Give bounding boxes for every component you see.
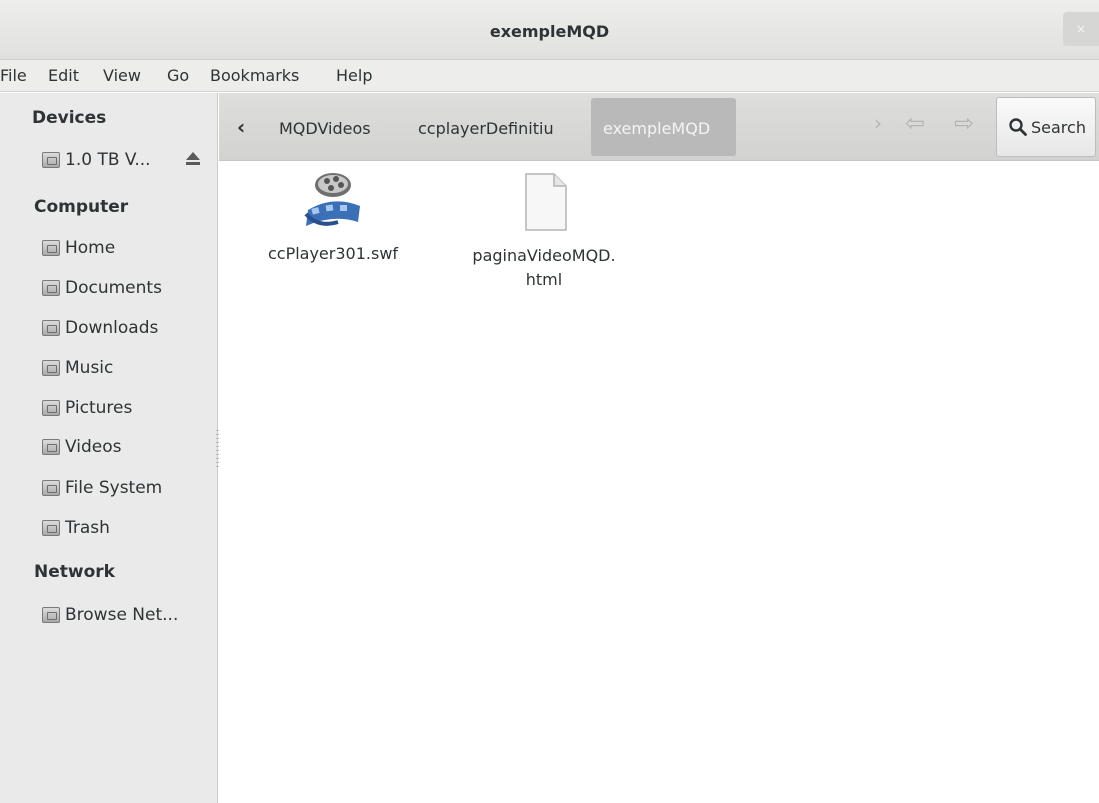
window-titlebar: exempleMQD × xyxy=(0,0,1099,60)
forward-icon[interactable]: ⇨ xyxy=(954,109,974,137)
sidebar-item-home[interactable]: Home xyxy=(42,234,212,262)
menu-bookmarks[interactable]: Bookmarks xyxy=(210,66,299,85)
close-icon: × xyxy=(1075,22,1087,36)
menu-go[interactable]: Go xyxy=(167,66,189,85)
downloads-folder-icon xyxy=(42,320,60,336)
path-bar: ‹ MQDVideos ccplayerDefinitiu exempleMQD… xyxy=(219,93,1099,161)
home-folder-icon xyxy=(42,240,60,256)
sidebar-item-label: Pictures xyxy=(65,398,133,418)
sidebar-item-label: Browse Net... xyxy=(65,605,179,625)
documents-folder-icon xyxy=(42,280,60,296)
sidebar-item-label: 1.0 TB V... xyxy=(65,150,151,170)
sidebar-item-label: Music xyxy=(65,358,114,378)
trash-icon xyxy=(42,520,60,536)
music-folder-icon xyxy=(42,360,60,376)
file-view[interactable]: ccPlayer301.swf paginaVideoMQD. html xyxy=(219,162,1099,803)
window-title: exempleMQD xyxy=(489,22,610,41)
sidebar-item-label: Home xyxy=(65,238,116,258)
file-name: ccPlayer301.swf xyxy=(267,244,399,263)
menu-view[interactable]: View xyxy=(103,66,141,85)
sidebar-item-file-system[interactable]: File System xyxy=(42,474,212,502)
sidebar: Devices 1.0 TB V... Computer Home Docume… xyxy=(0,93,218,803)
menu-help[interactable]: Help xyxy=(336,66,372,85)
file-item[interactable]: paginaVideoMQD. html xyxy=(459,172,629,292)
sidebar-item-label: Trash xyxy=(65,518,110,538)
close-button[interactable]: × xyxy=(1063,12,1099,46)
sidebar-item-downloads[interactable]: Downloads xyxy=(42,314,212,342)
file-item[interactable]: ccPlayer301.swf xyxy=(248,170,418,266)
sidebar-item-documents[interactable]: Documents xyxy=(42,274,212,302)
menu-bar: File Edit View Go Bookmarks Help xyxy=(0,60,1099,92)
menu-file[interactable]: File xyxy=(0,66,27,85)
sidebar-item-label: Videos xyxy=(65,437,122,457)
filesystem-icon xyxy=(42,480,60,496)
devices-header: Devices xyxy=(32,108,107,128)
sidebar-item-label: Documents xyxy=(65,278,162,298)
sidebar-item-music[interactable]: Music xyxy=(42,354,212,382)
menu-edit[interactable]: Edit xyxy=(48,66,79,85)
sidebar-item-label: File System xyxy=(65,478,163,498)
sidebar-item-trash[interactable]: Trash xyxy=(42,514,212,542)
path-back-button[interactable]: ‹ xyxy=(237,115,245,139)
sidebar-item-videos[interactable]: Videos xyxy=(42,433,212,461)
sidebar-item-pictures[interactable]: Pictures xyxy=(42,394,212,422)
file-name-line1: paginaVideoMQD. xyxy=(472,246,616,265)
network-icon xyxy=(42,607,60,623)
videos-folder-icon xyxy=(42,439,60,455)
computer-header: Computer xyxy=(34,197,129,217)
path-forward-icon[interactable]: › xyxy=(874,111,882,135)
sidebar-item-label: Downloads xyxy=(65,318,159,338)
search-button[interactable]: Search xyxy=(996,97,1096,157)
eject-icon[interactable] xyxy=(186,152,200,166)
crumb-exemplemqd-label: exempleMQD xyxy=(603,119,711,138)
crumb-mqdvideos[interactable]: MQDVideos xyxy=(279,119,371,138)
network-header: Network xyxy=(34,562,115,582)
sidebar-item-drive[interactable]: 1.0 TB V... xyxy=(42,146,212,174)
crumb-ccplayerdefinitiu[interactable]: ccplayerDefinitiu xyxy=(418,119,554,138)
html-file-icon xyxy=(525,173,567,231)
pictures-folder-icon xyxy=(42,400,60,416)
video-file-icon xyxy=(304,173,360,226)
back-icon[interactable]: ⇦ xyxy=(905,109,925,137)
drive-icon xyxy=(42,152,60,168)
sidebar-item-browse-network[interactable]: Browse Net... xyxy=(42,601,212,629)
file-name-line2: html xyxy=(525,270,563,289)
search-label: Search xyxy=(1031,118,1086,137)
search-icon xyxy=(1009,118,1027,136)
crumb-exemplemqd[interactable]: exempleMQD xyxy=(591,98,736,156)
file-name: paginaVideoMQD. html xyxy=(459,244,629,292)
